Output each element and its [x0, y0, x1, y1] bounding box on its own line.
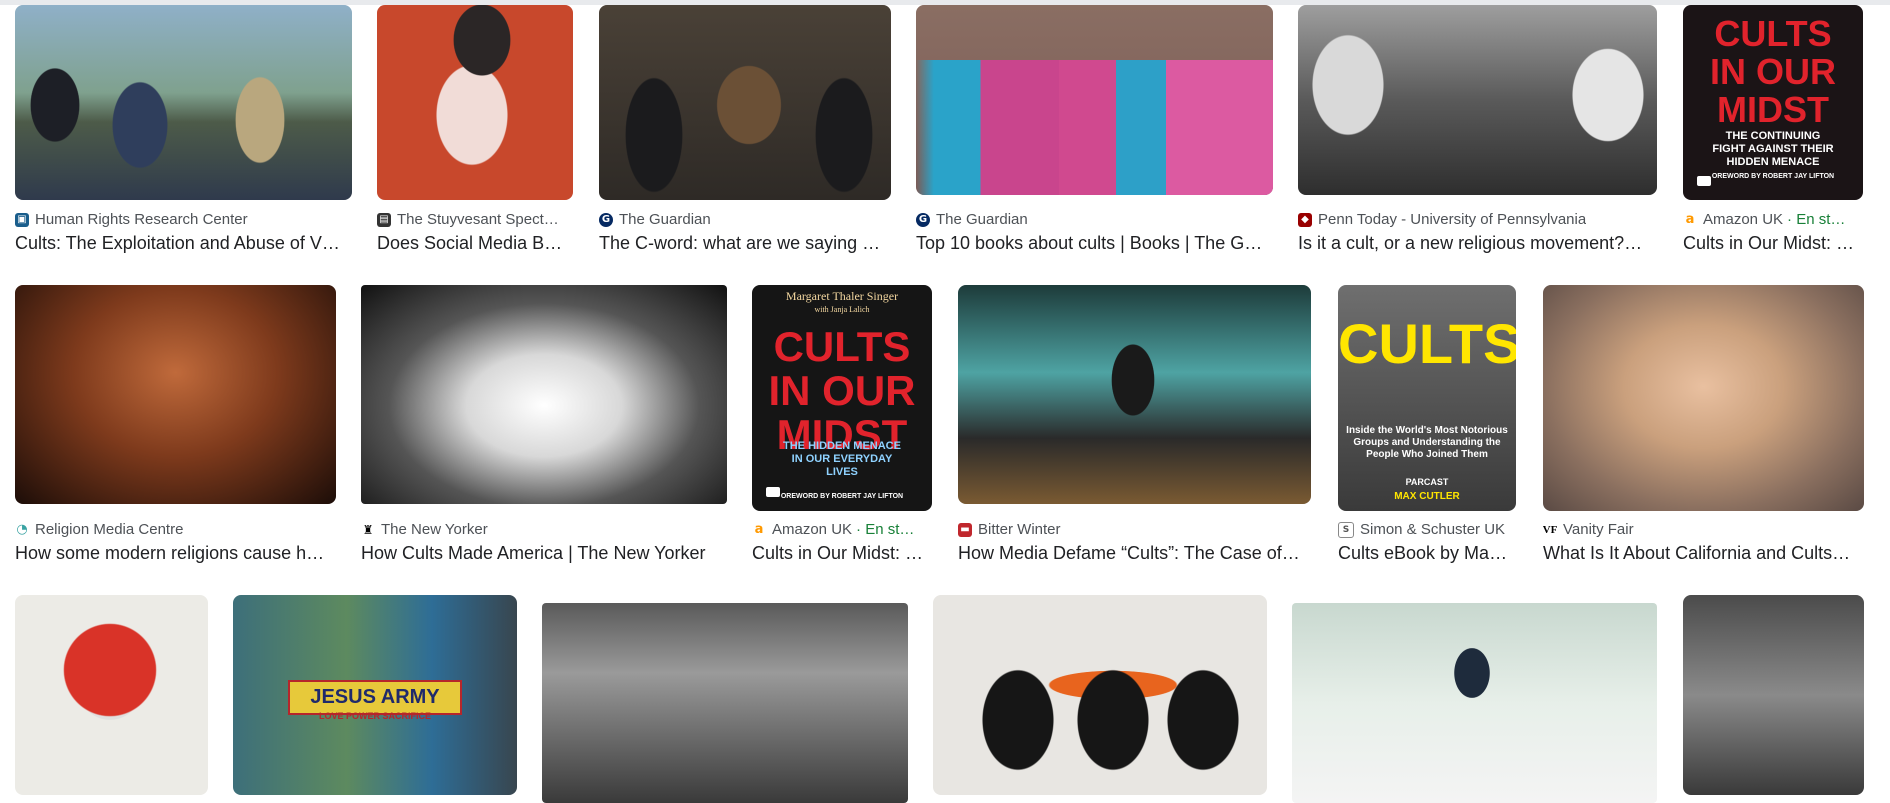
result-title[interactable]: Cults in Our Midst: … [752, 543, 932, 564]
result-title[interactable]: How some modern religions cause h… [15, 543, 336, 564]
stock-status: · En st… [1787, 211, 1846, 228]
image-result-12[interactable]: VF Vanity Fair What Is It About Californ… [1543, 285, 1864, 565]
vf-icon: VF [1543, 522, 1558, 537]
image-result-5[interactable]: ◆ Penn Today - University of Pennsylvani… [1298, 5, 1657, 255]
eustace-icon: ♜ [361, 522, 375, 537]
result-thumbnail[interactable] [933, 595, 1267, 795]
result-source: Human Rights Research Center [35, 211, 248, 228]
image-result-15[interactable] [542, 603, 908, 803]
book-cover-subtitle: THE CONTINUING FIGHT AGAINST THEIR HIDDE… [1712, 130, 1834, 168]
result-source: Penn Today - University of Pennsylvania [1318, 211, 1587, 228]
image-result-10[interactable]: ▬ Bitter Winter How Media Defame “Cults”… [958, 285, 1311, 565]
result-title[interactable]: The C-word: what are we saying … [599, 233, 891, 254]
result-thumbnail[interactable] [916, 5, 1273, 195]
amazon-icon: a [1683, 212, 1697, 227]
result-thumbnail[interactable]: Margaret Thaler Singer with Janja Lalich… [752, 285, 932, 511]
result-thumbnail[interactable] [15, 595, 208, 795]
image-result-9[interactable]: Margaret Thaler Singer with Janja Lalich… [752, 285, 932, 565]
result-thumbnail[interactable] [15, 5, 352, 200]
result-source: Religion Media Centre [35, 521, 184, 538]
book-cover-publisher: PARCAST [1405, 477, 1449, 487]
image-result-1[interactable]: ▣ Human Rights Research Center Cults: Th… [15, 5, 352, 255]
result-title[interactable]: Cults eBook by Ma… [1338, 543, 1516, 564]
image-result-11[interactable]: CULTS Inside the World's Most Notorious … [1338, 285, 1516, 565]
book-cover-subtitle: THE HIDDEN MENACE IN OUR EVERYDAY LIVES [783, 440, 901, 478]
result-source: Vanity Fair [1563, 521, 1634, 538]
result-source: Bitter Winter [978, 521, 1061, 538]
result-thumbnail[interactable] [1298, 5, 1657, 195]
book-cover-author: MAX CUTLER [1394, 491, 1460, 502]
image-result-13[interactable] [15, 595, 208, 795]
result-thumbnail[interactable]: CULTS IN OUR MIDST THE CONTINUING FIGHT … [1683, 5, 1863, 200]
result-thumbnail[interactable] [1292, 603, 1657, 803]
result-thumbnail[interactable] [958, 285, 1311, 504]
result-thumbnail[interactable]: CULTS Inside the World's Most Notorious … [1338, 285, 1516, 511]
book-cover-title: CULTS IN OUR MIDST [768, 323, 916, 458]
image-result-14[interactable]: JESUS ARMY LOVE POWER SACRIFICE [233, 595, 517, 795]
book-cover-title: CULTS IN OUR MIDST [1710, 13, 1836, 130]
ss-icon: S [1338, 521, 1354, 538]
result-thumbnail[interactable] [377, 5, 573, 200]
image-result-3[interactable]: G The Guardian The C-word: what are we s… [599, 5, 891, 255]
image-result-16[interactable] [933, 595, 1267, 795]
book-cover-title: CULTS [1338, 312, 1516, 375]
result-thumbnail[interactable] [542, 603, 908, 803]
result-source: The Guardian [619, 211, 711, 228]
tag-icon [1697, 176, 1711, 186]
amazon-icon: a [752, 522, 766, 537]
result-source: Simon & Schuster UK [1360, 521, 1506, 538]
result-thumbnail[interactable] [1683, 595, 1864, 795]
result-thumbnail[interactable] [599, 5, 891, 200]
result-title[interactable]: Does Social Media B… [377, 233, 573, 254]
book-cover-author: Margaret Thaler Singer [785, 289, 899, 303]
shield-icon: ◆ [1298, 212, 1312, 227]
result-thumbnail[interactable] [361, 285, 727, 504]
result-source: The Stuyvesant Spect… [397, 211, 559, 228]
result-title[interactable]: Is it a cult, or a new religious movemen… [1298, 233, 1657, 254]
result-title[interactable]: What Is It About California and Cults… [1543, 543, 1864, 564]
result-source: The New Yorker [381, 521, 488, 538]
image-result-7[interactable]: ◔ Religion Media Centre How some modern … [15, 285, 336, 565]
bw-icon: ▬ [958, 522, 972, 537]
image-result-4[interactable]: G The Guardian Top 10 books about cults … [916, 5, 1273, 255]
guardian-g-icon: G [599, 212, 613, 227]
newspaper-icon: ▤ [377, 212, 391, 227]
jacket-patch-text: JESUS ARMY [288, 680, 462, 715]
camera-icon: ▣ [15, 212, 29, 227]
result-title[interactable]: How Media Defame “Cults”: The Case of… [958, 543, 1311, 564]
result-source: Amazon UK [1703, 211, 1784, 228]
image-result-18[interactable] [1683, 595, 1864, 795]
result-title[interactable]: How Cults Made America | The New Yorker [361, 543, 727, 564]
image-result-17[interactable] [1292, 603, 1657, 803]
image-result-6[interactable]: CULTS IN OUR MIDST THE CONTINUING FIGHT … [1683, 5, 1863, 255]
book-cover-coauthor: with Janja Lalich [814, 305, 870, 314]
result-title[interactable]: Cults in Our Midst: … [1683, 233, 1863, 254]
result-title[interactable]: Cults: The Exploitation and Abuse of V… [15, 233, 352, 254]
result-thumbnail[interactable]: JESUS ARMY LOVE POWER SACRIFICE [233, 595, 517, 795]
result-thumbnail[interactable] [1543, 285, 1864, 511]
jacket-patch-motto: LOVE POWER SACRIFICE [318, 711, 431, 721]
result-source: The Guardian [936, 211, 1028, 228]
tag-icon [766, 487, 780, 497]
swirl-icon: ◔ [15, 522, 29, 537]
guardian-g-icon: G [916, 212, 930, 227]
stock-status: · En st… [856, 521, 915, 538]
result-source: Amazon UK [772, 521, 853, 538]
result-title[interactable]: Top 10 books about cults | Books | The G… [916, 233, 1273, 254]
book-cover-subtitle: Inside the World's Most Notorious Groups… [1346, 425, 1508, 460]
result-thumbnail[interactable] [15, 285, 336, 504]
image-result-8[interactable]: ♜ The New Yorker How Cults Made America … [361, 285, 727, 565]
image-result-2[interactable]: ▤ The Stuyvesant Spect… Does Social Medi… [377, 5, 573, 255]
